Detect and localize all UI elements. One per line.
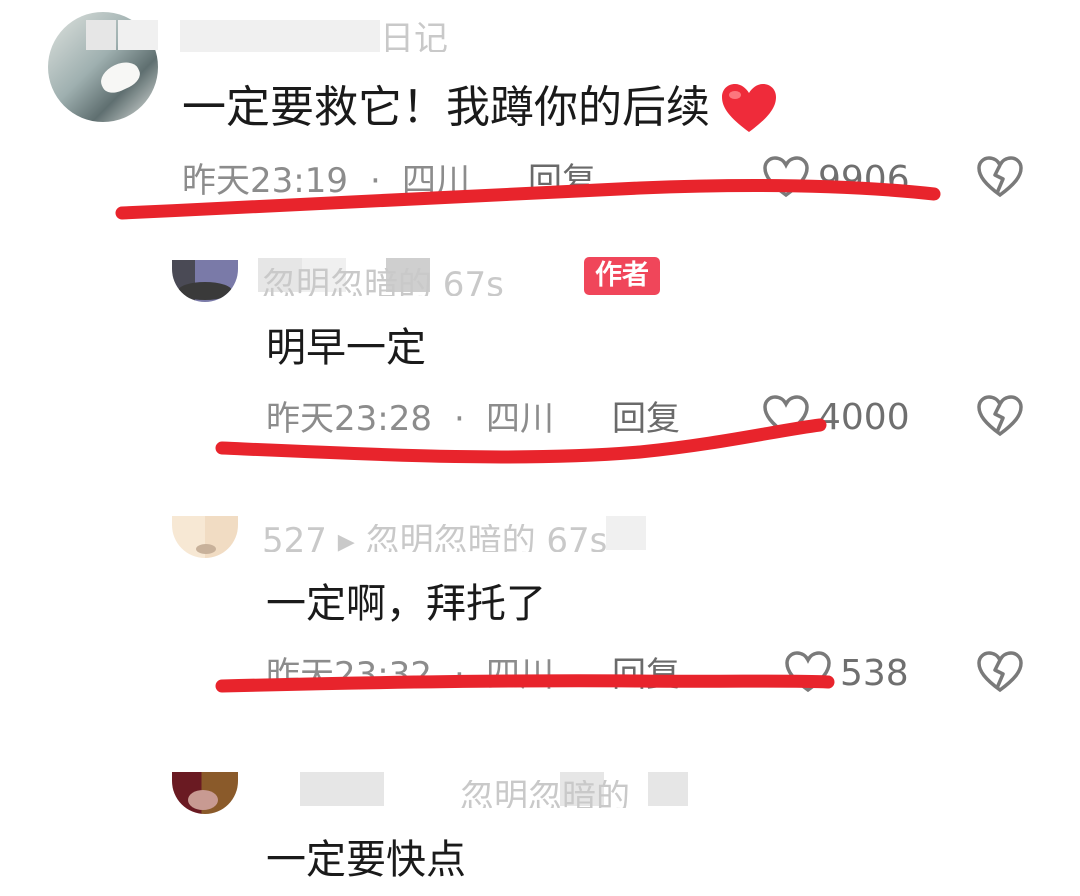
- comment-location: 四川: [486, 399, 554, 439]
- heart-outline-icon[interactable]: [762, 155, 810, 199]
- username-pixelation: [648, 772, 688, 806]
- avatar[interactable]: [172, 516, 238, 558]
- like-count: 9906: [818, 159, 910, 200]
- comment-time: 昨天23:19: [182, 161, 348, 201]
- comment-location: 四川: [402, 161, 470, 201]
- reply-button[interactable]: 回复: [528, 164, 596, 198]
- heart-outline-icon[interactable]: [784, 650, 832, 694]
- separator: ·: [454, 399, 465, 439]
- username[interactable]: 日记: [380, 22, 448, 52]
- comment-text: 一定啊，拜托了: [266, 581, 546, 627]
- username[interactable]: 忽明忽暗的 67s: [262, 268, 562, 296]
- separator: ·: [454, 655, 465, 695]
- avatar-pixelation: [118, 20, 158, 50]
- like-count: 538: [840, 653, 909, 694]
- red-heart-emoji: [722, 84, 776, 132]
- separator: ·: [370, 161, 381, 201]
- broken-heart-icon[interactable]: [976, 394, 1024, 438]
- username[interactable]: 527 ▸ 忽明忽暗的 67s: [262, 524, 752, 552]
- comment-time: 昨天23:32: [266, 655, 432, 695]
- avatar[interactable]: [172, 260, 238, 302]
- annotation-underlines: [115, 179, 941, 693]
- like-count: 4000: [818, 397, 910, 438]
- comment-text: 一定要快点: [266, 837, 466, 883]
- broken-heart-icon[interactable]: [976, 650, 1024, 694]
- username-pixelation: [300, 772, 384, 806]
- username-pixelation: [180, 20, 380, 52]
- heart-outline-icon[interactable]: [762, 394, 810, 438]
- author-badge: 作者: [584, 257, 660, 295]
- reply-button[interactable]: 回复: [612, 658, 680, 692]
- comment-text: 明早一定: [266, 325, 426, 371]
- comment-location: 四川: [486, 655, 554, 695]
- broken-heart-icon[interactable]: [976, 155, 1024, 199]
- username[interactable]: 忽明忽暗的: [460, 780, 640, 808]
- reply-button[interactable]: 回复: [612, 402, 680, 436]
- comment-time: 昨天23:28: [266, 399, 432, 439]
- comment-text: 一定要救它！我蹲你的后续: [182, 82, 710, 133]
- avatar-pixelation: [86, 20, 116, 50]
- avatar[interactable]: [172, 772, 238, 814]
